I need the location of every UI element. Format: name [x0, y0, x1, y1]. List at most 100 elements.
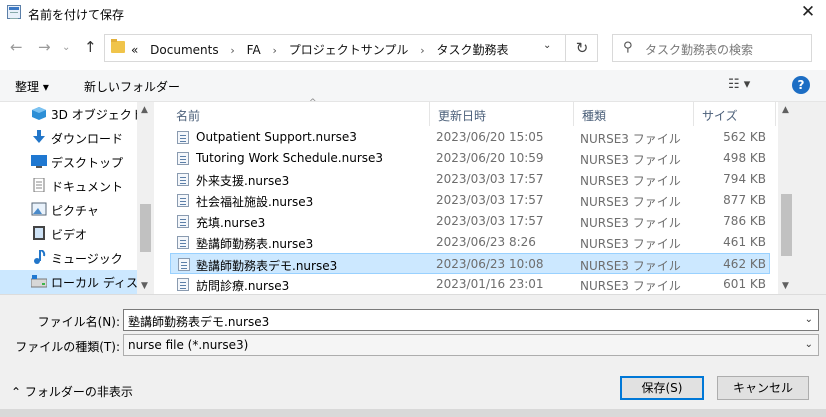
- filename-value: 塾講師勤務表デモ.nurse3: [128, 315, 270, 329]
- nurse3-file-icon: [177, 236, 189, 249]
- pictures-icon: [31, 202, 47, 216]
- file-row-selected[interactable]: 塾講師勤務表デモ.nurse3 2023/06/23 10:08 NURSE3 …: [170, 253, 770, 274]
- breadcrumb-separator[interactable]: ›: [420, 44, 424, 57]
- sidebar-item-label: ピクチャ: [51, 204, 99, 218]
- sidebar-item-3d-objects[interactable]: 3D オブジェクト: [0, 102, 137, 126]
- sidebar-item-label: ドキュメント: [51, 180, 124, 194]
- sidebar-item-videos[interactable]: ビデオ: [0, 222, 137, 246]
- scroll-down-arrow[interactable]: ▼: [782, 281, 789, 291]
- nurse3-file-icon: [177, 131, 189, 144]
- navigation-pane-scrollbar[interactable]: ▲ ▼: [137, 102, 154, 294]
- filetype-value: nurse file (*.nurse3): [128, 338, 249, 352]
- nurse3-file-icon: [178, 258, 190, 271]
- sidebar-item-local-disk[interactable]: ローカル ディスク (C: [0, 270, 137, 294]
- file-row[interactable]: 訪問診療.nurse3 2023/01/16 23:01 NURSE3 ファイル…: [170, 274, 770, 295]
- download-icon: [31, 130, 47, 144]
- column-header-type[interactable]: 種類: [574, 102, 694, 126]
- refresh-button[interactable]: ↻: [565, 35, 598, 61]
- file-name: 社会福祉施設.nurse3: [196, 195, 314, 209]
- back-button[interactable]: ←: [10, 38, 23, 56]
- background-window-strip: [0, 409, 826, 417]
- scroll-up-arrow[interactable]: ▲: [141, 105, 148, 115]
- scroll-down-arrow[interactable]: ▼: [141, 281, 148, 291]
- search-box[interactable]: ⚲ タスク勤務表の検索: [612, 34, 812, 62]
- column-header-type-label: 種類: [582, 109, 607, 123]
- breadcrumb-documents[interactable]: Documents: [150, 43, 218, 57]
- filename-input[interactable]: 塾講師勤務表デモ.nurse3 ⌄: [123, 309, 819, 331]
- file-row[interactable]: Tutoring Work Schedule.nurse3 2023/06/20…: [170, 148, 770, 169]
- organize-button[interactable]: 整理 ▾: [15, 78, 49, 95]
- scrollbar-thumb[interactable]: [781, 194, 792, 256]
- app-icon: [7, 5, 21, 19]
- file-type: NURSE3 ファイル: [580, 153, 681, 167]
- window-title: 名前を付けて保存: [28, 8, 125, 22]
- file-row[interactable]: Outpatient Support.nurse3 2023/06/20 15:…: [170, 127, 770, 148]
- column-header-name[interactable]: ^ 名前: [168, 98, 430, 126]
- file-size: 498 KB: [723, 151, 766, 165]
- chevron-down-icon[interactable]: ⌄: [805, 314, 813, 325]
- folder-icon: [111, 39, 125, 53]
- sidebar-item-documents[interactable]: ドキュメント: [0, 174, 137, 198]
- file-date: 2023/03/03 17:57: [436, 214, 544, 228]
- sidebar-item-desktop[interactable]: デスクトップ: [0, 150, 137, 174]
- column-header-size[interactable]: サイズ: [694, 102, 776, 126]
- sort-ascending-icon: ^: [309, 98, 317, 108]
- file-row[interactable]: 社会福祉施設.nurse3 2023/03/03 17:57 NURSE3 ファ…: [170, 190, 770, 211]
- sidebar-item-label: ビデオ: [51, 228, 88, 242]
- file-list-scrollbar[interactable]: ▲ ▼: [778, 102, 795, 294]
- breadcrumb-project-sample[interactable]: プロジェクトサンプル: [289, 43, 409, 57]
- up-button[interactable]: ↑: [84, 38, 97, 56]
- nurse3-file-icon: [177, 152, 189, 165]
- help-icon[interactable]: ?: [792, 76, 810, 94]
- file-type: NURSE3 ファイル: [580, 216, 681, 230]
- search-icon: ⚲: [623, 40, 633, 55]
- sidebar-item-pictures[interactable]: ピクチャ: [0, 198, 137, 222]
- file-date: 2023/06/20 15:05: [436, 130, 544, 144]
- hide-folders-toggle[interactable]: ⌃ フォルダーの非表示: [11, 383, 133, 400]
- chevron-down-icon: ⌄: [804, 339, 813, 350]
- filename-label: ファイル名(N):: [37, 315, 120, 329]
- save-form: ファイル名(N): 塾講師勤務表デモ.nurse3 ⌄ ファイルの種類(T): …: [0, 294, 826, 417]
- file-size: 794 KB: [723, 172, 766, 186]
- sidebar-item-downloads[interactable]: ダウンロード: [0, 126, 137, 150]
- breadcrumb: « Documents › FA › プロジェクトサンプル › タスク勤務表: [131, 41, 508, 58]
- breadcrumb-overflow[interactable]: «: [131, 43, 138, 57]
- file-type: NURSE3 ファイル: [580, 279, 681, 293]
- scrollbar-thumb[interactable]: [140, 204, 151, 252]
- file-name: 外来支援.nurse3: [196, 174, 290, 188]
- file-type: NURSE3 ファイル: [580, 237, 681, 251]
- file-row[interactable]: 充填.nurse3 2023/03/03 17:57 NURSE3 ファイル 7…: [170, 211, 770, 232]
- address-bar[interactable]: « Documents › FA › プロジェクトサンプル › タスク勤務表 ⌄…: [104, 34, 598, 62]
- new-folder-button[interactable]: 新しいフォルダー: [84, 78, 180, 95]
- breadcrumb-task-schedule[interactable]: タスク勤務表: [436, 43, 508, 57]
- sidebar-item-label: ダウンロード: [51, 132, 124, 146]
- recent-locations-button[interactable]: ⌄: [62, 42, 70, 53]
- nurse3-file-icon: [177, 194, 189, 207]
- file-type: NURSE3 ファイル: [580, 132, 681, 146]
- filetype-select[interactable]: nurse file (*.nurse3) ⌄: [123, 334, 819, 356]
- file-row[interactable]: 塾講師勤務表.nurse3 2023/06/23 8:26 NURSE3 ファイ…: [170, 232, 770, 253]
- breadcrumb-separator[interactable]: ›: [273, 44, 277, 57]
- desktop-icon: [31, 154, 47, 168]
- sidebar-item-label: ミュージック: [51, 252, 123, 266]
- cancel-button[interactable]: キャンセル: [717, 376, 809, 400]
- scroll-up-arrow[interactable]: ▲: [782, 105, 789, 115]
- nurse3-file-icon: [177, 215, 189, 228]
- file-name: Outpatient Support.nurse3: [196, 130, 357, 144]
- save-button[interactable]: 保存(S): [620, 376, 704, 400]
- sidebar-item-music[interactable]: ミュージック: [0, 246, 137, 270]
- change-view-button[interactable]: ☷ ▾: [728, 77, 750, 92]
- sidebar-item-label: 3D オブジェクト: [51, 108, 137, 122]
- file-type: NURSE3 ファイル: [580, 259, 681, 273]
- file-row[interactable]: 外来支援.nurse3 2023/03/03 17:57 NURSE3 ファイル…: [170, 169, 770, 190]
- forward-button[interactable]: →: [38, 38, 51, 56]
- address-dropdown-button[interactable]: ⌄: [543, 40, 551, 51]
- close-button[interactable]: ✕: [790, 0, 826, 26]
- file-size: 877 KB: [723, 193, 766, 207]
- breadcrumb-fa[interactable]: FA: [247, 43, 261, 57]
- file-name: 塾講師勤務表デモ.nurse3: [196, 259, 338, 273]
- breadcrumb-separator[interactable]: ›: [230, 44, 234, 57]
- column-header-date[interactable]: 更新日時: [430, 102, 574, 126]
- file-list: ^ 名前 更新日時 種類 サイズ Outpatient Support.nurs…: [154, 98, 778, 295]
- file-size: 562 KB: [723, 130, 766, 144]
